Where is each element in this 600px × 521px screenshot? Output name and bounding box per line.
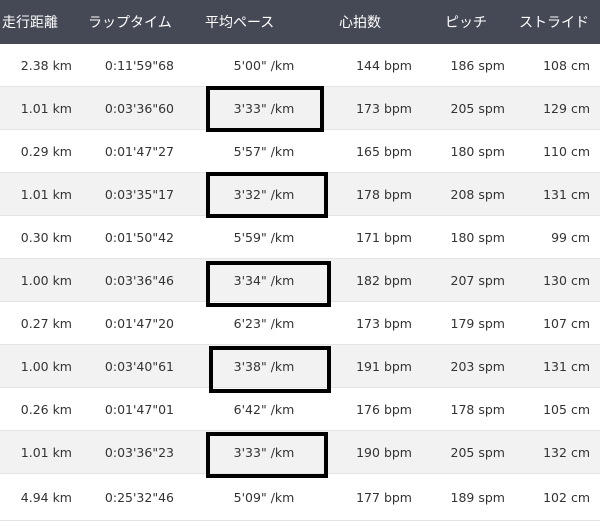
cell-pace: 5'57" /km <box>233 143 295 159</box>
cell-pace: 5'00" /km <box>233 57 295 73</box>
cell-heart-rate: 171 bpm <box>356 229 412 245</box>
cell-lap-time: 0:25'32"46 <box>104 489 174 505</box>
cell-stride: 132 cm <box>543 444 590 460</box>
cell-heart-rate: 176 bpm <box>356 401 412 417</box>
cell-pitch: 205 spm <box>450 444 505 460</box>
header-stride[interactable]: ストライド <box>519 0 599 44</box>
cell-stride: 102 cm <box>543 489 590 505</box>
cell-distance: 1.01 km <box>20 100 72 116</box>
header-lap-time[interactable]: ラップタイム <box>88 0 178 44</box>
cell-pace: 6'42" /km <box>233 401 295 417</box>
cell-pitch: 186 spm <box>450 57 505 73</box>
cell-heart-rate: 165 bpm <box>356 143 412 159</box>
cell-heart-rate: 190 bpm <box>356 444 412 460</box>
table-row[interactable]: 1.01 km 0:03'35"17 3'32" /km 178 bpm 208… <box>0 173 600 216</box>
cell-distance: 1.00 km <box>20 358 72 374</box>
table-row[interactable]: 0.27 km 0:01'47"20 6'23" /km 173 bpm 179… <box>0 302 600 345</box>
cell-lap-time: 0:01'47"20 <box>104 315 174 331</box>
cell-lap-time: 0:01'47"01 <box>104 401 174 417</box>
cell-distance: 0.29 km <box>20 143 72 159</box>
cell-pitch: 180 spm <box>450 143 505 159</box>
table-row[interactable]: 1.00 km 0:03'36"46 3'34" /km 182 bpm 207… <box>0 259 600 302</box>
cell-pace: 3'33" /km <box>233 444 295 460</box>
cell-stride: 131 cm <box>543 186 590 202</box>
table-row[interactable]: 2.38 km 0:11'59"68 5'00" /km 144 bpm 186… <box>0 44 600 87</box>
cell-pace: 5'09" /km <box>233 489 295 505</box>
header-distance[interactable]: 走行距離 <box>2 0 82 44</box>
cell-heart-rate: 191 bpm <box>356 358 412 374</box>
cell-lap-time: 0:03'36"60 <box>104 100 174 116</box>
cell-distance: 2.38 km <box>20 57 72 73</box>
cell-pace: 6'23" /km <box>233 315 295 331</box>
cell-pitch: 208 spm <box>450 186 505 202</box>
cell-pace: 3'33" /km <box>233 100 295 116</box>
cell-heart-rate: 182 bpm <box>356 272 412 288</box>
table-row[interactable]: 1.01 km 0:03'36"23 3'33" /km 190 bpm 205… <box>0 431 600 474</box>
cell-pace: 3'38" /km <box>233 358 295 374</box>
table-header: 走行距離 ラップタイム 平均ペース 心拍数 ピッチ ストライド <box>0 0 600 44</box>
cell-stride: 130 cm <box>543 272 590 288</box>
lap-table: 走行距離 ラップタイム 平均ペース 心拍数 ピッチ ストライド 2.38 km … <box>0 0 600 521</box>
cell-distance: 4.94 km <box>20 489 72 505</box>
cell-pace: 5'59" /km <box>233 229 295 245</box>
header-heart-rate[interactable]: 心拍数 <box>339 0 399 44</box>
cell-lap-time: 0:03'35"17 <box>104 186 174 202</box>
cell-pitch: 205 spm <box>450 100 505 116</box>
cell-lap-time: 0:11'59"68 <box>104 57 174 73</box>
cell-stride: 99 cm <box>551 229 590 245</box>
cell-distance: 1.00 km <box>20 272 72 288</box>
cell-lap-time: 0:03'40"61 <box>104 358 174 374</box>
cell-lap-time: 0:01'47"27 <box>104 143 174 159</box>
cell-distance: 0.27 km <box>20 315 72 331</box>
table-row[interactable]: 1.00 km 0:03'40"61 3'38" /km 191 bpm 203… <box>0 345 600 388</box>
table-row[interactable]: 1.01 km 0:03'36"60 3'33" /km 173 bpm 205… <box>0 87 600 130</box>
table-row[interactable]: 4.94 km 0:25'32"46 5'09" /km 177 bpm 189… <box>0 474 600 521</box>
cell-distance: 0.26 km <box>20 401 72 417</box>
header-pitch[interactable]: ピッチ <box>445 0 505 44</box>
cell-heart-rate: 173 bpm <box>356 315 412 331</box>
cell-heart-rate: 173 bpm <box>356 100 412 116</box>
header-avg-pace[interactable]: 平均ペース <box>205 0 295 44</box>
table-row[interactable]: 0.29 km 0:01'47"27 5'57" /km 165 bpm 180… <box>0 130 600 173</box>
cell-heart-rate: 144 bpm <box>356 57 412 73</box>
cell-stride: 107 cm <box>543 315 590 331</box>
cell-heart-rate: 178 bpm <box>356 186 412 202</box>
cell-pitch: 207 spm <box>450 272 505 288</box>
cell-pitch: 180 spm <box>450 229 505 245</box>
cell-lap-time: 0:03'36"23 <box>104 444 174 460</box>
cell-pitch: 179 spm <box>450 315 505 331</box>
cell-distance: 1.01 km <box>20 186 72 202</box>
cell-distance: 0.30 km <box>20 229 72 245</box>
cell-lap-time: 0:03'36"46 <box>104 272 174 288</box>
cell-stride: 129 cm <box>543 100 590 116</box>
cell-stride: 105 cm <box>543 401 590 417</box>
cell-stride: 131 cm <box>543 358 590 374</box>
table-row[interactable]: 0.30 km 0:01'50"42 5'59" /km 171 bpm 180… <box>0 216 600 259</box>
cell-lap-time: 0:01'50"42 <box>104 229 174 245</box>
cell-pitch: 178 spm <box>450 401 505 417</box>
cell-pitch: 203 spm <box>450 358 505 374</box>
cell-pace: 3'34" /km <box>233 272 295 288</box>
cell-pitch: 189 spm <box>450 489 505 505</box>
cell-stride: 110 cm <box>543 143 590 159</box>
cell-stride: 108 cm <box>543 57 590 73</box>
cell-heart-rate: 177 bpm <box>356 489 412 505</box>
cell-distance: 1.01 km <box>20 444 72 460</box>
table-row[interactable]: 0.26 km 0:01'47"01 6'42" /km 176 bpm 178… <box>0 388 600 431</box>
cell-pace: 3'32" /km <box>233 186 295 202</box>
